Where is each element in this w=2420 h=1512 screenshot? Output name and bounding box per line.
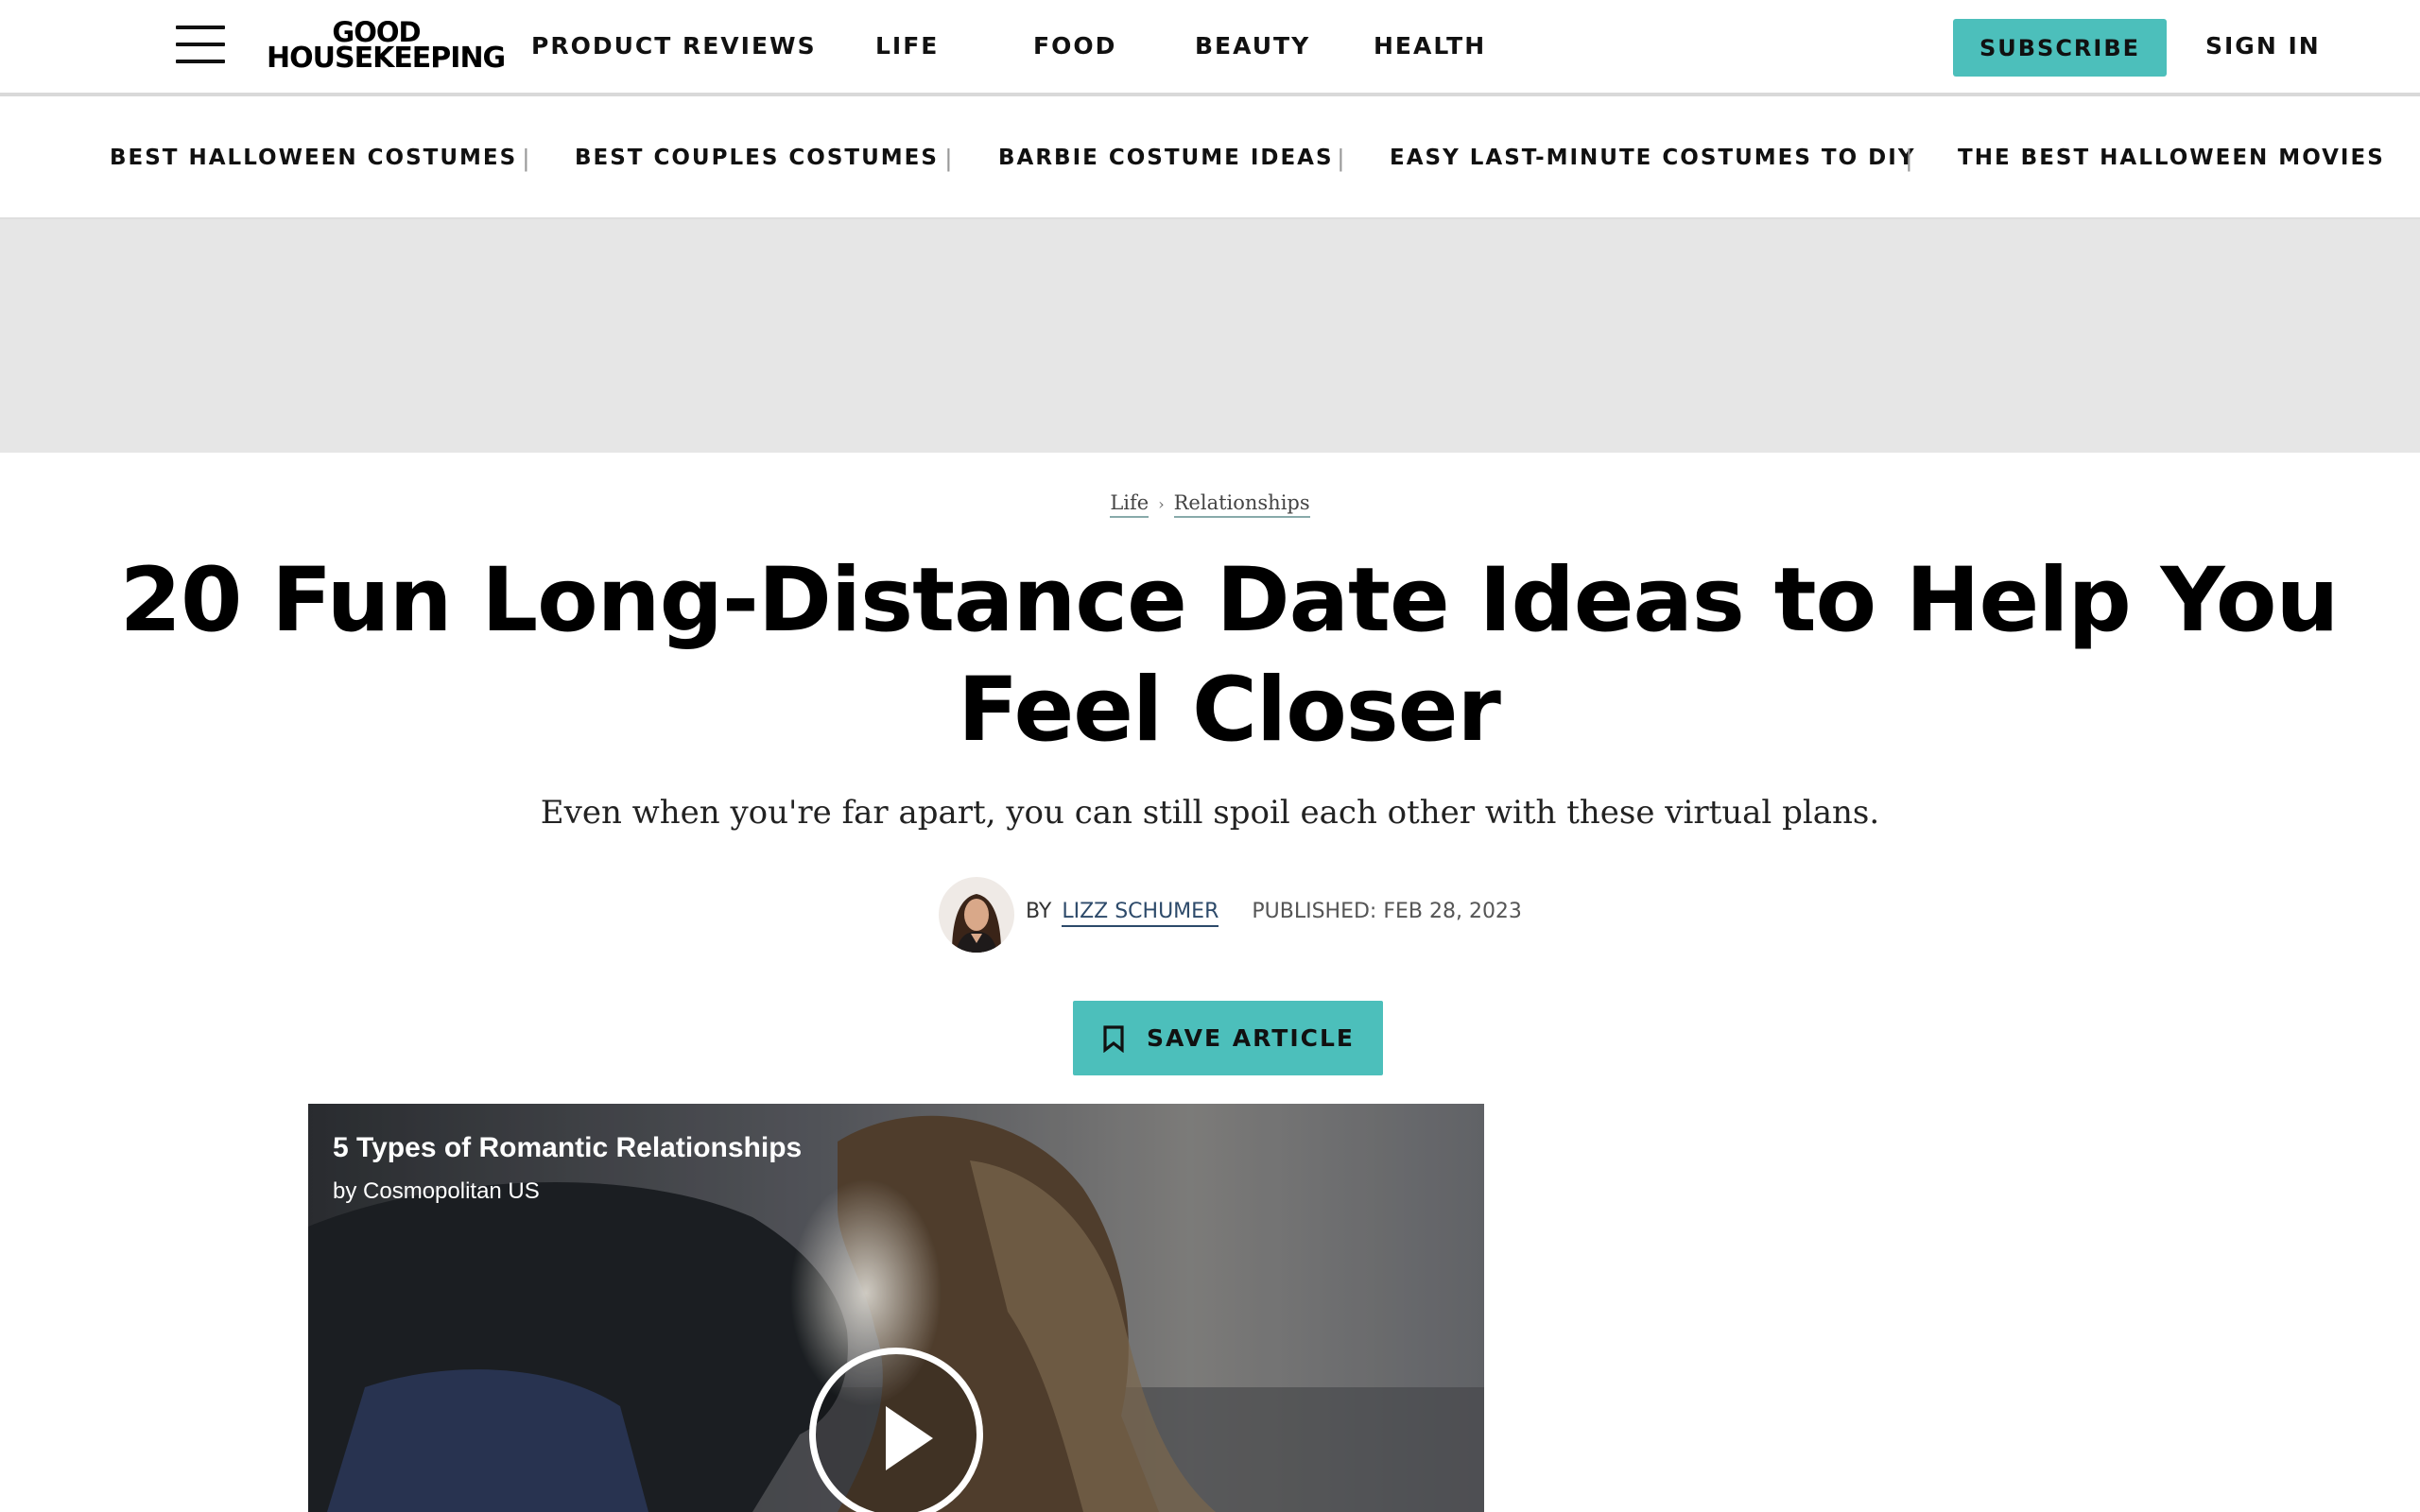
article-dek: Even when you're far apart, you can stil… bbox=[540, 794, 1880, 832]
trending-separator: | bbox=[523, 144, 529, 172]
trending-separator: | bbox=[945, 144, 952, 172]
breadcrumb-life[interactable]: Life bbox=[1110, 491, 1150, 518]
nav-life[interactable]: LIFE bbox=[875, 32, 939, 60]
byline: BY LIZZ SCHUMER PUBLISHED: FEB 28, 2023 bbox=[1026, 900, 1522, 927]
trending-link-barbie-costumes[interactable]: BARBIE COSTUME IDEAS bbox=[998, 146, 1334, 170]
author-avatar[interactable] bbox=[939, 877, 1014, 953]
play-triangle bbox=[886, 1406, 933, 1470]
trending-link-couples-costumes[interactable]: BEST COUPLES COSTUMES bbox=[575, 146, 939, 170]
publish-date: PUBLISHED: FEB 28, 2023 bbox=[1252, 900, 1522, 923]
author-link[interactable]: LIZZ SCHUMER bbox=[1062, 900, 1219, 927]
breadcrumb-chevron-icon: › bbox=[1158, 495, 1165, 513]
byline-prefix: BY bbox=[1026, 900, 1052, 923]
video-player[interactable]: 5 Types of Romantic Relationships by Cos… bbox=[308, 1104, 1484, 1512]
top-header: GOOD HOUSEKEEPING PRODUCT REVIEWS LIFE F… bbox=[0, 0, 2420, 96]
video-title: 5 Types of Romantic Relationships bbox=[333, 1132, 803, 1163]
site-logo[interactable]: GOOD HOUSEKEEPING bbox=[267, 19, 506, 75]
menu-bar bbox=[176, 43, 225, 46]
trending-nav: BEST HALLOWEEN COSTUMES | BEST COUPLES C… bbox=[0, 100, 2420, 219]
sign-in-link[interactable]: SIGN IN bbox=[2205, 32, 2321, 60]
logo-line-2: HOUSEKEEPING bbox=[267, 42, 506, 75]
hamburger-menu-icon[interactable] bbox=[176, 23, 225, 66]
save-article-label: SAVE ARTICLE bbox=[1147, 1024, 1355, 1052]
page-title: 20 Fun Long-Distance Date Ideas to Help … bbox=[119, 549, 2340, 762]
video-source: by Cosmopolitan US bbox=[333, 1178, 540, 1204]
breadcrumb: Life › Relationships bbox=[0, 491, 2420, 518]
nav-product-reviews[interactable]: PRODUCT REVIEWS bbox=[531, 32, 817, 60]
trending-link-halloween-costumes[interactable]: BEST HALLOWEEN COSTUMES bbox=[110, 146, 517, 170]
trending-link-last-minute-costumes[interactable]: EASY LAST-MINUTE COSTUMES TO DIY bbox=[1390, 146, 1915, 170]
nav-health[interactable]: HEALTH bbox=[1374, 32, 1486, 60]
menu-bar bbox=[176, 60, 225, 63]
trending-separator: | bbox=[1906, 144, 1912, 172]
play-icon[interactable] bbox=[809, 1348, 983, 1512]
nav-food[interactable]: FOOD bbox=[1033, 32, 1116, 60]
breadcrumb-relationships[interactable]: Relationships bbox=[1173, 491, 1310, 518]
trending-link-halloween-movies[interactable]: THE BEST HALLOWEEN MOVIES bbox=[1958, 146, 2385, 170]
ad-banner-placeholder bbox=[0, 219, 2420, 453]
trending-separator: | bbox=[1338, 144, 1344, 172]
menu-bar bbox=[176, 26, 225, 29]
save-article-button[interactable]: SAVE ARTICLE bbox=[1073, 1001, 1383, 1075]
bookmark-icon bbox=[1103, 1024, 1124, 1053]
nav-beauty[interactable]: BEAUTY bbox=[1195, 32, 1310, 60]
subscribe-button[interactable]: SUBSCRIBE bbox=[1953, 19, 2167, 77]
